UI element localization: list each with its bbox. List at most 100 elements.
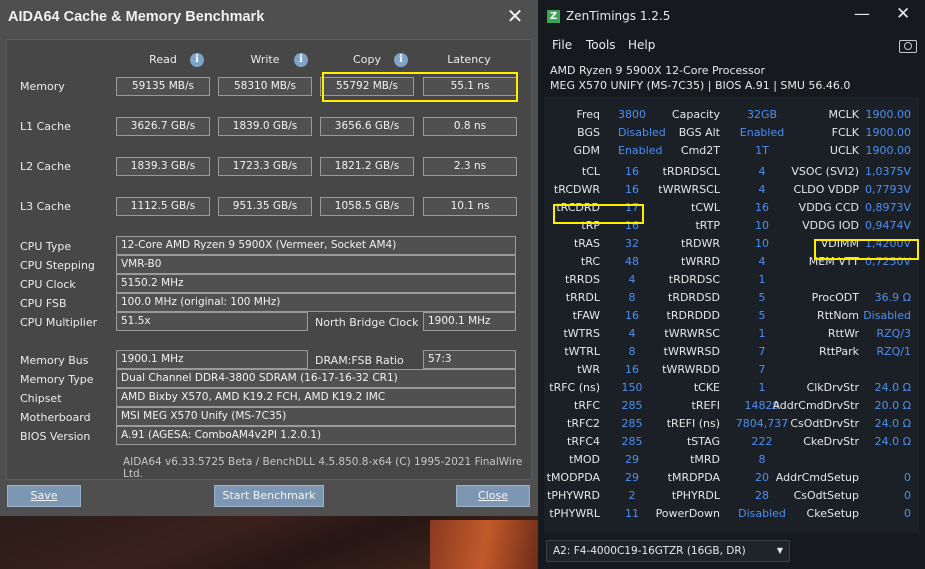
timing-label-b: tWRWRSD bbox=[663, 345, 720, 358]
start-benchmark-button[interactable]: Start Benchmark bbox=[214, 485, 324, 507]
timing-value-a: Enabled bbox=[618, 144, 663, 157]
timing-label-c: RttNom bbox=[817, 309, 859, 322]
timing-value-a: 29 bbox=[625, 453, 639, 466]
l1-latency-value: 0.8 ns bbox=[423, 117, 517, 136]
close-icon[interactable]: ✕ bbox=[500, 4, 530, 30]
menu-file[interactable]: File bbox=[552, 38, 572, 52]
timing-value-a: 16 bbox=[625, 309, 639, 322]
timing-value-a: 16 bbox=[625, 165, 639, 178]
memory-bus-label: Memory Bus bbox=[20, 354, 89, 367]
timing-label-b: tCWL bbox=[691, 201, 720, 214]
timing-value-c: 1,0375V bbox=[864, 165, 911, 178]
timing-label-b: BGS Alt bbox=[678, 126, 720, 139]
version-footer: AIDA64 v6.33.5725 Beta / BenchDLL 4.5.85… bbox=[123, 456, 523, 480]
timing-label-a: tRFC bbox=[574, 399, 600, 412]
close-button[interactable]: Close bbox=[456, 485, 530, 507]
bios-version-label: BIOS Version bbox=[20, 430, 91, 443]
memory-type-value: Dual Channel DDR4-3800 SDRAM (16-17-16-3… bbox=[116, 369, 516, 388]
minimize-icon[interactable]: — bbox=[854, 4, 870, 23]
timing-label-b: tPHYRDL bbox=[671, 489, 720, 502]
timing-value-a: 285 bbox=[621, 399, 643, 412]
column-header-latency: Latency bbox=[447, 53, 491, 66]
column-header-read: Read bbox=[149, 53, 177, 66]
desktop-background-accent bbox=[430, 520, 540, 569]
timing-label-c: CkeSetup bbox=[806, 507, 859, 520]
menu-help[interactable]: Help bbox=[628, 38, 655, 52]
aida64-titlebar: AIDA64 Cache & Memory Benchmark ✕ bbox=[0, 0, 538, 36]
cpu-name: AMD Ryzen 9 5900X 12-Core Processor bbox=[550, 64, 765, 77]
cpu-type-label: CPU Type bbox=[20, 240, 72, 253]
timing-value-a: 16 bbox=[625, 363, 639, 376]
timing-value-a: 48 bbox=[625, 255, 639, 268]
timing-label-b: Capacity bbox=[671, 108, 720, 121]
timing-value-a: 8 bbox=[628, 291, 636, 304]
screenshot-camera-icon[interactable] bbox=[899, 40, 917, 53]
timing-value-c: 0 bbox=[904, 507, 911, 520]
timing-label-b: PowerDown bbox=[655, 507, 720, 520]
bios-version-value: A.91 (AGESA: ComboAM4v2PI 1.2.0.1) bbox=[116, 426, 516, 445]
timing-label-c: MCLK bbox=[828, 108, 859, 121]
timing-value-c: 24.0 Ω bbox=[874, 417, 911, 430]
timing-label-a: tWR bbox=[577, 363, 600, 376]
timing-value-c: 1900.00 bbox=[865, 108, 912, 121]
timing-label-a: tRFC4 bbox=[567, 435, 600, 448]
timing-label-a: BGS bbox=[577, 126, 600, 139]
save-button-label: Save bbox=[30, 489, 58, 502]
timing-value-a: 16 bbox=[625, 183, 639, 196]
memory-module-value: A2: F4-4000C19-16GTZR (16GB, DR) bbox=[553, 545, 746, 557]
column-header-write: Write bbox=[250, 53, 280, 66]
memory-read-value: 59135 MB/s bbox=[116, 77, 210, 96]
info-icon[interactable]: i bbox=[190, 53, 204, 67]
timing-label-b: Cmd2T bbox=[680, 144, 720, 157]
l2-copy-value: 1821.2 GB/s bbox=[320, 157, 414, 176]
timing-value-a: 2 bbox=[628, 489, 636, 502]
timing-label-a: tRFC (ns) bbox=[549, 381, 600, 394]
cpu-clock-label: CPU Clock bbox=[20, 278, 76, 291]
info-icon[interactable]: i bbox=[394, 53, 408, 67]
timing-value-a: 29 bbox=[625, 471, 639, 484]
timing-value-c: 24.0 Ω bbox=[874, 435, 911, 448]
close-icon[interactable]: ✕ bbox=[896, 4, 910, 24]
timing-label-c: FCLK bbox=[831, 126, 859, 139]
save-button[interactable]: Save bbox=[7, 485, 81, 507]
timing-value-a: 8 bbox=[628, 345, 636, 358]
timing-label-a: tRRDS bbox=[564, 273, 600, 286]
timing-value-c: 0,7793V bbox=[864, 183, 911, 196]
timing-value-c: RZQ/1 bbox=[876, 345, 911, 358]
window-title: ZenTimings 1.2.5 bbox=[566, 9, 671, 23]
timing-value-c: RZQ/3 bbox=[876, 327, 911, 340]
timing-value-b: 1 bbox=[758, 273, 766, 286]
row-label-memory: Memory bbox=[20, 80, 65, 93]
timing-value-a: 4 bbox=[628, 327, 636, 340]
north-bridge-clock-value: 1900.1 MHz bbox=[423, 312, 516, 331]
timing-label-a: tFAW bbox=[572, 309, 600, 322]
l2-latency-value: 2.3 ns bbox=[423, 157, 517, 176]
highlight-box bbox=[814, 239, 919, 260]
timing-label-b: tWRWRSCL bbox=[658, 183, 720, 196]
timing-label-b: tRDRDSCL bbox=[662, 165, 720, 178]
timing-value-c: 1900.00 bbox=[865, 126, 912, 139]
menu-tools[interactable]: Tools bbox=[586, 38, 616, 52]
row-label-l3: L3 Cache bbox=[20, 200, 71, 213]
memory-bus-value: 1900.1 MHz bbox=[116, 350, 308, 369]
memory-module-select[interactable]: A2: F4-4000C19-16GTZR (16GB, DR) ▼ bbox=[546, 540, 790, 562]
info-icon[interactable]: i bbox=[294, 53, 308, 67]
memory-type-label: Memory Type bbox=[20, 373, 94, 386]
timing-label-a: tWTRS bbox=[563, 327, 600, 340]
timing-label-a: Freq bbox=[576, 108, 600, 121]
timing-label-b: tMRD bbox=[690, 453, 720, 466]
timing-label-a: tRCDWR bbox=[553, 183, 600, 196]
timing-label-b: tREFI (ns) bbox=[666, 417, 720, 430]
zentimings-window: Z ZenTimings 1.2.5 — ✕ File Tools Help A… bbox=[538, 0, 925, 569]
timing-value-a: 285 bbox=[621, 435, 643, 448]
cpu-fsb-value: 100.0 MHz (original: 100 MHz) bbox=[116, 293, 516, 312]
timing-value-b: 7 bbox=[758, 363, 766, 376]
timing-label-b: tWRRD bbox=[681, 255, 720, 268]
timing-label-b: tMRDPDA bbox=[667, 471, 720, 484]
timing-label-a: tMODPDA bbox=[546, 471, 600, 484]
row-label-l1: L1 Cache bbox=[20, 120, 71, 133]
timing-label-b: tCKE bbox=[693, 381, 720, 394]
timing-label-c: VSOC (SVI2) bbox=[791, 165, 859, 178]
timing-value-c: 0 bbox=[904, 489, 911, 502]
timing-label-b: tSTAG bbox=[686, 435, 720, 448]
